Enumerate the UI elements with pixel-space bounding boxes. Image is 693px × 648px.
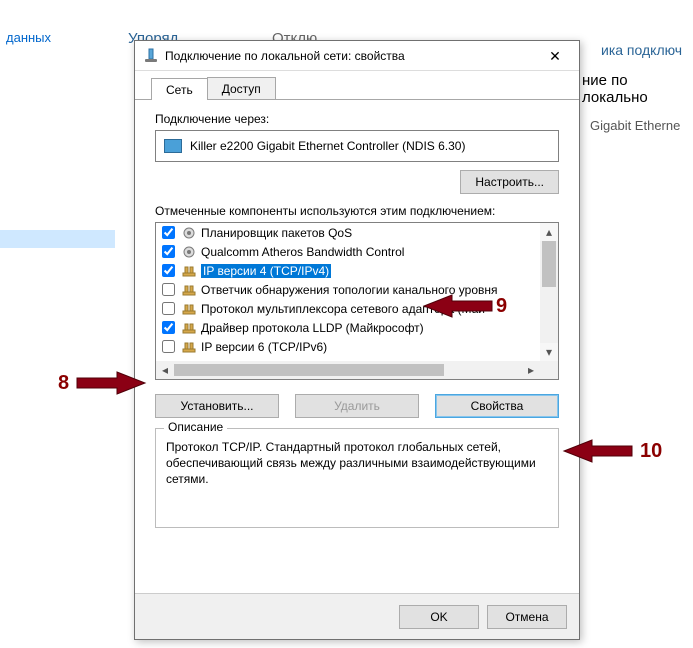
list-item[interactable]: IP версии 6 (TCP/IPv6) — [156, 337, 558, 356]
nic-icon — [164, 139, 182, 153]
scroll-right-icon[interactable]: ▸ — [522, 361, 540, 379]
horizontal-scrollbar-thumb[interactable] — [174, 364, 444, 376]
network-icon — [143, 48, 159, 64]
list-item[interactable]: Qualcomm Atheros Bandwidth Control — [156, 242, 558, 261]
close-button[interactable]: ✕ — [535, 42, 575, 70]
component-label: Драйвер протокола LLDP (Майкрософт) — [201, 321, 424, 335]
protocol-icon — [181, 264, 197, 278]
properties-dialog: Подключение по локальной сети: свойства … — [134, 40, 580, 640]
scrollbar-corner — [540, 361, 558, 379]
connect-through-label: Подключение через: — [155, 112, 559, 126]
component-checkbox[interactable] — [162, 302, 175, 315]
description-groupbox: Описание Протокол TCP/IP. Стандартный пр… — [155, 428, 559, 528]
properties-button[interactable]: Свойства — [435, 394, 559, 418]
component-label: IP версии 4 (TCP/IPv4) — [201, 264, 331, 278]
tabs: Сеть Доступ — [135, 71, 579, 100]
adapter-box[interactable]: Killer e2200 Gigabit Ethernet Controller… — [155, 130, 559, 162]
annotation-10-label: 10 — [640, 440, 662, 463]
list-item[interactable]: IP версии 4 (TCP/IPv4) — [156, 261, 558, 280]
component-label: IP версии 6 (TCP/IPv6) — [201, 340, 327, 354]
list-item[interactable]: Протокол мультиплексора сетевого адаптер… — [156, 299, 558, 318]
panel-network: Подключение через: Killer e2200 Gigabit … — [135, 100, 579, 528]
cancel-button[interactable]: Отмена — [487, 605, 567, 629]
uninstall-button: Удалить — [295, 394, 419, 418]
component-label: Qualcomm Atheros Bandwidth Control — [201, 245, 404, 259]
protocol-icon — [181, 321, 197, 335]
vertical-scrollbar[interactable]: ▴ ▾ — [540, 223, 558, 361]
adapter-name: Killer e2200 Gigabit Ethernet Controller… — [190, 139, 465, 153]
component-label: Протокол мультиплексора сетевого адаптер… — [201, 302, 485, 316]
horizontal-scrollbar[interactable]: ◂ ▸ — [156, 361, 558, 379]
description-header: Описание — [164, 420, 227, 434]
list-item[interactable]: Ответчик обнаружения топологии канальног… — [156, 280, 558, 299]
component-label: Ответчик обнаружения топологии канальног… — [201, 283, 498, 297]
tab-sharing[interactable]: Доступ — [207, 77, 276, 99]
bg-selected-row — [0, 230, 115, 248]
protocol-icon — [181, 302, 197, 316]
bg-adapter-frag: Gigabit Etherne — [590, 118, 680, 133]
components-label: Отмеченные компоненты используются этим … — [155, 204, 559, 218]
component-checkbox[interactable] — [162, 245, 175, 258]
scroll-up-icon[interactable]: ▴ — [540, 223, 558, 241]
vertical-scrollbar-thumb[interactable] — [542, 241, 556, 287]
ok-button[interactable]: OK — [399, 605, 479, 629]
gear-icon — [181, 226, 197, 240]
component-checkbox[interactable] — [162, 283, 175, 296]
gear-icon — [181, 245, 197, 259]
bg-link-1: ика подключ — [601, 42, 682, 58]
component-checkbox[interactable] — [162, 226, 175, 239]
protocol-icon — [181, 340, 197, 354]
component-checkbox[interactable] — [162, 264, 175, 277]
description-text: Протокол TCP/IP. Стандартный протокол гл… — [166, 439, 548, 488]
dialog-buttons: OK Отмена — [135, 593, 579, 639]
bg-sidebar-label: данных — [0, 30, 110, 60]
annotation-8-label: 8 — [58, 372, 69, 395]
configure-button[interactable]: Настроить... — [460, 170, 559, 194]
components-listbox[interactable]: Планировщик пакетов QoS Qualcomm Atheros … — [155, 222, 559, 380]
component-checkbox[interactable] — [162, 321, 175, 334]
install-button[interactable]: Установить... — [155, 394, 279, 418]
scroll-down-icon[interactable]: ▾ — [540, 343, 558, 361]
bg-link-2: ние по локально — [582, 72, 693, 106]
tab-network[interactable]: Сеть — [151, 78, 208, 100]
dialog-title: Подключение по локальной сети: свойства — [165, 49, 535, 63]
component-checkbox[interactable] — [162, 340, 175, 353]
list-item[interactable]: Драйвер протокола LLDP (Майкрософт) — [156, 318, 558, 337]
protocol-icon — [181, 283, 197, 297]
list-item[interactable]: Планировщик пакетов QoS — [156, 223, 558, 242]
scroll-left-icon[interactable]: ◂ — [156, 361, 174, 379]
titlebar: Подключение по локальной сети: свойства … — [135, 41, 579, 71]
component-label: Планировщик пакетов QoS — [201, 226, 352, 240]
